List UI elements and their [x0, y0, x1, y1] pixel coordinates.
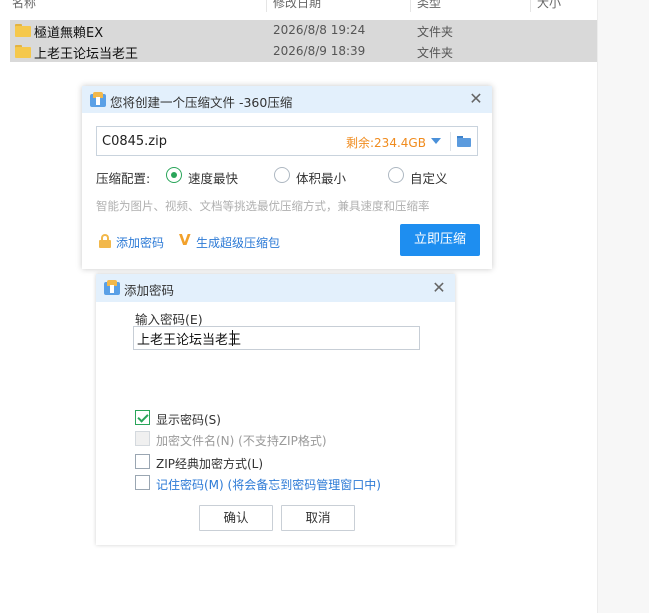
radio-fastest[interactable] — [166, 167, 182, 183]
radio-smallest[interactable] — [274, 167, 290, 183]
compress-config-label: 压缩配置: — [96, 171, 151, 186]
360zip-app-icon — [104, 280, 120, 295]
remember-password-checkbox[interactable] — [135, 475, 150, 490]
file-type: 文件夹 — [417, 46, 454, 60]
archive-filename[interactable]: C0845.zip — [102, 134, 167, 149]
compress-now-button[interactable]: 立即压缩 — [400, 224, 480, 256]
file-name: 極道無賴EX — [34, 26, 104, 41]
add-password-dialog: 添加密码 ✕ 输入密码(E) 显示密码(S) 加密文件名(N) (不支持ZIP格… — [96, 274, 455, 545]
divider — [450, 132, 451, 151]
confirm-button[interactable]: 确认 — [199, 505, 273, 531]
remember-password-label[interactable]: 记住密码(M) (将会备忘到密码管理窗口中) — [156, 476, 381, 493]
password-dialog-title: 添加密码 — [124, 283, 175, 298]
text-caret — [232, 330, 233, 346]
compress-dialog: 您将创建一个压缩文件 -360压缩 ✕ C0845.zip 剩余:234.4GB… — [82, 86, 492, 269]
add-password-label[interactable]: 添加密码 — [116, 234, 164, 251]
chevron-down-icon[interactable] — [431, 138, 441, 144]
radio-fastest-label[interactable]: 速度最快 — [188, 168, 238, 187]
encrypt-filenames-label: 加密文件名(N) (不支持ZIP格式) — [156, 434, 327, 448]
column-header-type[interactable]: 类型 — [417, 0, 441, 11]
column-header-name[interactable]: 名称 — [12, 0, 36, 11]
free-space-text: 剩余:234.4GB — [346, 136, 426, 150]
column-separator[interactable] — [410, 0, 411, 12]
radio-smallest-label[interactable]: 体积最小 — [296, 168, 346, 187]
compress-dialog-title: 您将创建一个压缩文件 -360压缩 — [110, 95, 293, 110]
compress-description: 智能为图片、视频、文档等挑选最优压缩方式，兼具速度和压缩率 — [96, 199, 430, 213]
encrypt-filenames-checkbox — [135, 431, 150, 446]
zip-classic-encryption-label[interactable]: ZIP经典加密方式(L) — [156, 455, 263, 472]
lock-icon — [98, 234, 112, 248]
column-header-modified[interactable]: 修改日期 — [273, 0, 321, 11]
radio-custom[interactable] — [388, 167, 404, 183]
file-name: 上老王论坛当老王 — [34, 47, 139, 62]
column-separator[interactable] — [530, 0, 531, 12]
password-input[interactable] — [133, 326, 420, 350]
close-icon[interactable]: ✕ — [469, 91, 483, 107]
archive-filename-field[interactable]: C0845.zip 剩余:234.4GB — [96, 126, 478, 156]
folder-icon — [15, 24, 31, 37]
zip-classic-encryption-checkbox[interactable] — [135, 454, 150, 469]
show-password-label[interactable]: 显示密码(S) — [156, 411, 221, 428]
close-icon[interactable]: ✕ — [432, 280, 446, 296]
file-type: 文件夹 — [417, 25, 454, 39]
password-dialog-titlebar[interactable]: 添加密码 ✕ — [96, 274, 455, 302]
vip-icon: V — [179, 231, 191, 249]
cancel-button[interactable]: 取消 — [281, 505, 355, 531]
radio-custom-label[interactable]: 自定义 — [410, 168, 448, 187]
file-modified: 2026/8/9 18:39 — [273, 44, 366, 58]
360zip-app-icon — [90, 92, 106, 107]
file-row[interactable]: 極道無賴EX 2026/8/8 19:24 文件夹 — [10, 20, 597, 41]
compress-dialog-titlebar[interactable]: 您将创建一个压缩文件 -360压缩 ✕ — [82, 86, 492, 113]
show-password-checkbox[interactable] — [135, 410, 150, 425]
super-package-label[interactable]: 生成超级压缩包 — [196, 234, 280, 251]
explorer-right-pane — [597, 0, 649, 613]
column-separator[interactable] — [266, 0, 267, 12]
file-modified: 2026/8/8 19:24 — [273, 23, 366, 37]
browse-folder-icon[interactable] — [457, 136, 471, 147]
column-header-size[interactable]: 大小 — [537, 0, 561, 11]
folder-icon — [15, 45, 31, 58]
file-row[interactable]: 上老王论坛当老王 2026/8/9 18:39 文件夹 — [10, 41, 597, 62]
